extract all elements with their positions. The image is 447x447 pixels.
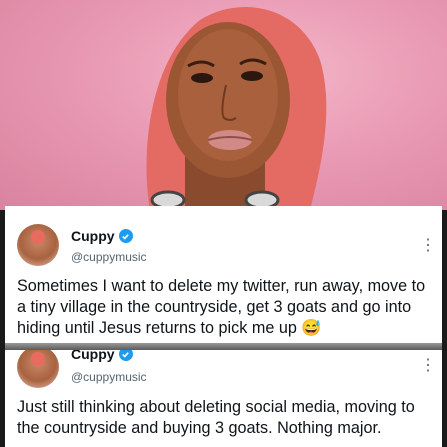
avatar[interactable] bbox=[17, 224, 59, 266]
tweet-card[interactable]: Cuppy @cuppymusic ⋮ Sometimes I want to … bbox=[5, 206, 442, 343]
verified-badge-icon bbox=[118, 229, 133, 243]
user-handle[interactable]: @cuppymusic bbox=[71, 370, 147, 384]
display-name[interactable]: Cuppy bbox=[71, 350, 115, 362]
header-photo bbox=[0, 0, 447, 210]
avatar[interactable] bbox=[17, 350, 59, 388]
card-divider bbox=[5, 343, 442, 350]
verified-badge-icon bbox=[118, 350, 133, 361]
tweet-text: Just still thinking about deleting socia… bbox=[17, 398, 415, 437]
tweet-card[interactable]: Cuppy @cuppymusic ⋮ Just still thinking … bbox=[5, 350, 442, 447]
user-handle[interactable]: @cuppymusic bbox=[71, 250, 147, 264]
portrait-illustration bbox=[146, 7, 327, 210]
display-name[interactable]: Cuppy bbox=[71, 228, 115, 244]
tweet-text: Sometimes I want to delete my twitter, r… bbox=[17, 277, 426, 337]
more-options-icon[interactable]: ⋮ bbox=[420, 238, 436, 254]
more-options-icon[interactable]: ⋮ bbox=[420, 358, 436, 374]
